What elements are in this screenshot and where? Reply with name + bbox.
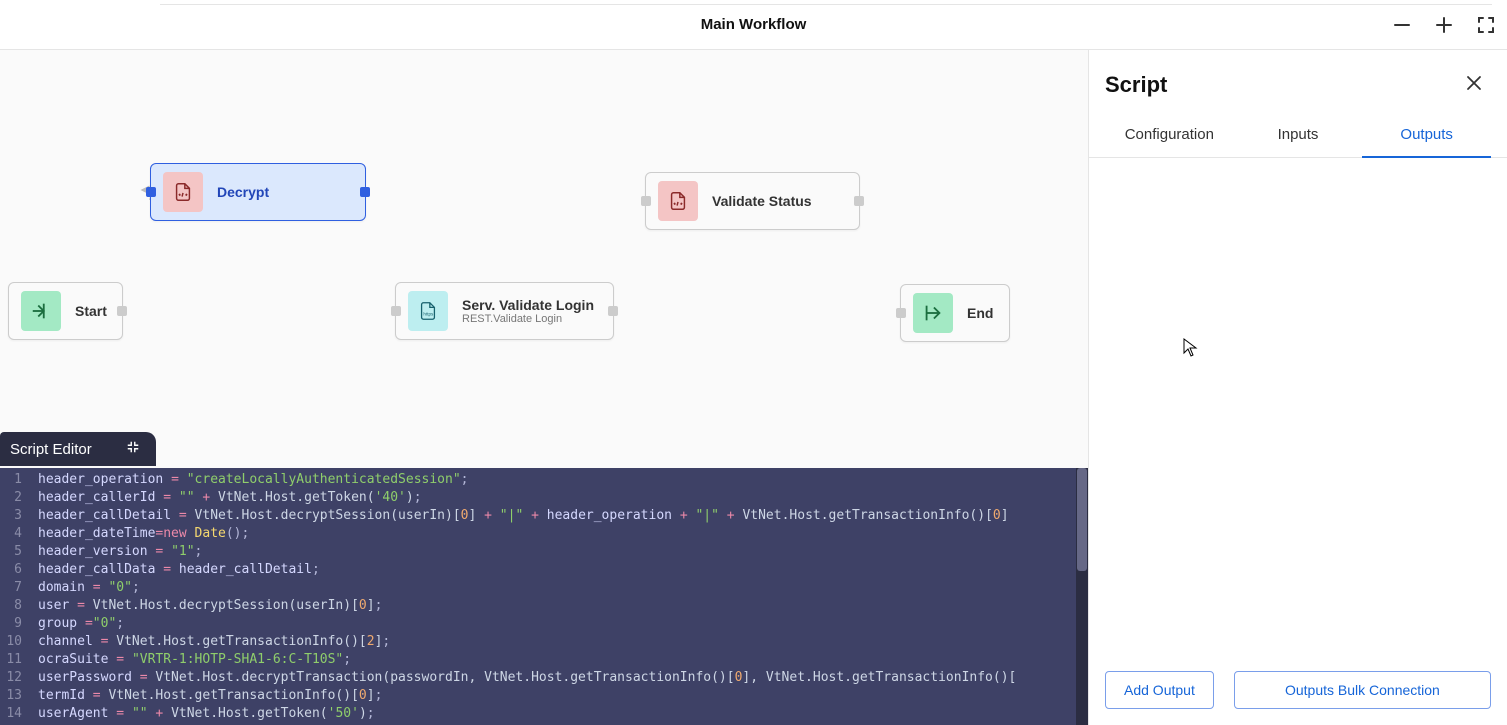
- port-out[interactable]: [854, 196, 864, 206]
- panel-title: Script: [1105, 72, 1167, 98]
- panel-body: [1089, 158, 1507, 655]
- tab-outputs[interactable]: Outputs: [1362, 112, 1491, 157]
- scrollbar-vertical[interactable]: [1076, 468, 1088, 725]
- node-label: Serv. Validate Login: [462, 297, 594, 313]
- script-editor: Script Editor 1234567891011121314 header…: [0, 432, 1088, 725]
- node-sublabel: REST.Validate Login: [462, 313, 594, 325]
- editor-body[interactable]: 1234567891011121314 header_operation = "…: [0, 468, 1088, 725]
- panel-tabs: Configuration Inputs Outputs: [1089, 112, 1507, 158]
- svg-text:https: https: [423, 312, 434, 317]
- page-title: Main Workflow: [701, 16, 807, 33]
- node-label: Start: [75, 303, 107, 319]
- port-out[interactable]: [608, 306, 618, 316]
- port-out[interactable]: [117, 306, 127, 316]
- minimize-icon[interactable]: [1393, 16, 1411, 34]
- node-validate-login[interactable]: https Serv. Validate Login REST.Validate…: [395, 282, 614, 340]
- script-icon: [658, 181, 698, 221]
- port-in[interactable]: [641, 196, 651, 206]
- tab-inputs[interactable]: Inputs: [1234, 112, 1363, 157]
- workflow-canvas[interactable]: Start Decrypt https Serv. Validate Login…: [0, 50, 1089, 725]
- node-start[interactable]: Start: [8, 282, 123, 340]
- editor-titlebar[interactable]: Script Editor: [0, 432, 156, 466]
- scrollbar-thumb[interactable]: [1077, 468, 1087, 571]
- toolbar-actions: [1393, 16, 1495, 34]
- end-icon: [913, 293, 953, 333]
- top-toolbar: Main Workflow: [0, 0, 1507, 50]
- port-out[interactable]: [360, 187, 370, 197]
- port-in[interactable]: [391, 306, 401, 316]
- node-validate-status[interactable]: Validate Status: [645, 172, 860, 230]
- bulk-connection-button[interactable]: Outputs Bulk Connection: [1234, 671, 1491, 709]
- node-label: End: [967, 305, 993, 321]
- tab-configuration[interactable]: Configuration: [1105, 112, 1234, 157]
- node-label: Validate Status: [712, 193, 812, 209]
- separator: [160, 4, 1492, 5]
- add-output-button[interactable]: Add Output: [1105, 671, 1214, 709]
- node-label: Decrypt: [217, 184, 269, 200]
- fullscreen-icon[interactable]: [1477, 16, 1495, 34]
- editor-title: Script Editor: [10, 441, 92, 458]
- add-icon[interactable]: [1435, 16, 1453, 34]
- collapse-icon[interactable]: [126, 440, 140, 458]
- node-end[interactable]: End: [900, 284, 1010, 342]
- line-gutter: 1234567891011121314: [0, 468, 30, 725]
- node-decrypt[interactable]: Decrypt: [150, 163, 366, 221]
- rest-icon: https: [408, 291, 448, 331]
- script-icon: [163, 172, 203, 212]
- close-icon[interactable]: [1465, 74, 1483, 97]
- properties-panel: Script Configuration Inputs Outputs Add …: [1089, 50, 1507, 725]
- port-in[interactable]: [146, 187, 156, 197]
- start-icon: [21, 291, 61, 331]
- code-area[interactable]: header_operation = "createLocallyAuthent…: [30, 468, 1076, 725]
- port-in[interactable]: [896, 308, 906, 318]
- panel-footer: Add Output Outputs Bulk Connection: [1089, 655, 1507, 725]
